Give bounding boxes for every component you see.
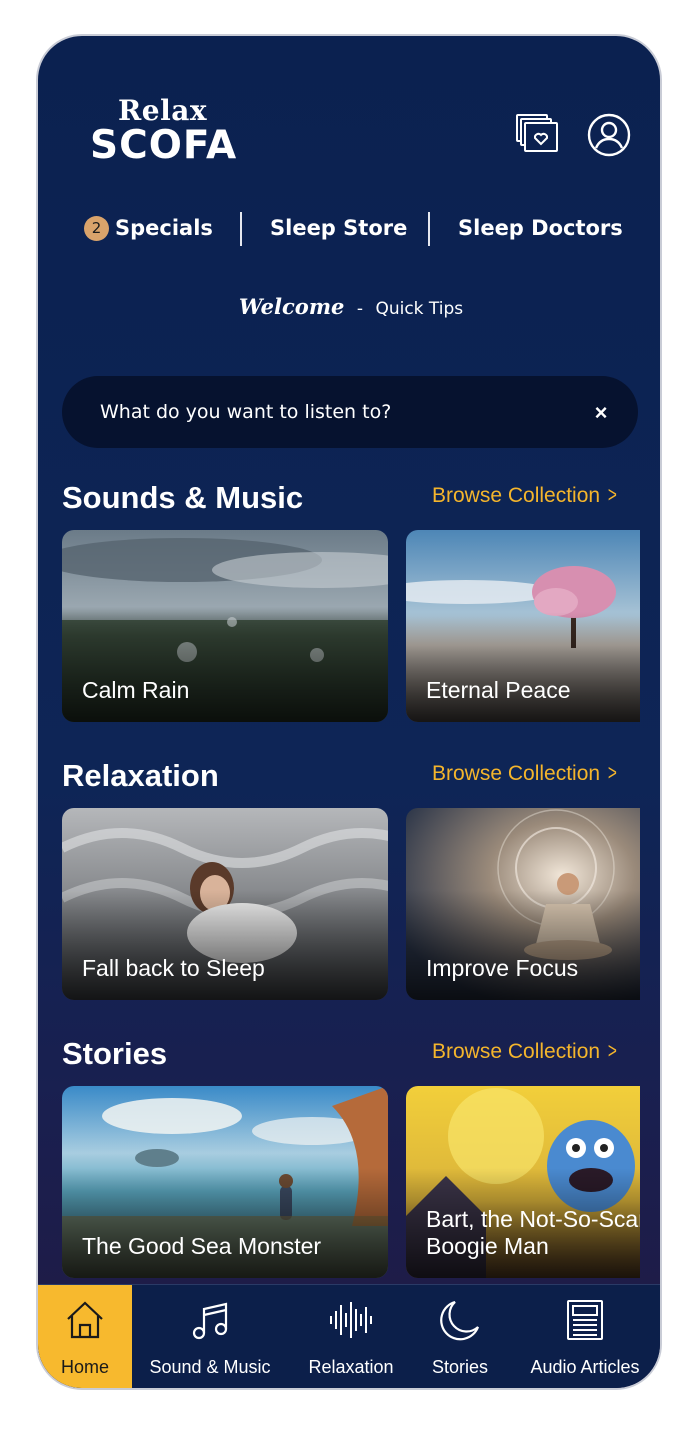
- welcome-separator: -: [356, 299, 363, 319]
- home-icon: [67, 1301, 103, 1339]
- browse-collection-link[interactable]: Browse Collection >: [432, 482, 619, 508]
- specials-badge: 2: [84, 216, 109, 241]
- card-shade: [62, 1168, 388, 1278]
- tab-label: Stories: [431, 1357, 489, 1377]
- welcome-title: Welcome: [238, 294, 345, 319]
- tab-label: Relaxation: [308, 1357, 394, 1377]
- card-shade: [62, 612, 388, 722]
- card-fall-back-to-sleep[interactable]: Fall back to Sleep: [62, 808, 388, 1000]
- card-title: The Good Sea Monster: [82, 1233, 322, 1259]
- nav-divider: [240, 212, 242, 246]
- section-title: Relaxation: [62, 758, 219, 793]
- top-navigation: 2 Specials Sleep Store Sleep Doctors: [38, 212, 660, 252]
- chevron-right-icon: >: [608, 482, 618, 507]
- app-logo: Relax SCOFA: [90, 94, 237, 168]
- tab-label: Sound & Music: [149, 1357, 271, 1377]
- card-good-sea-monster[interactable]: The Good Sea Monster: [62, 1086, 388, 1278]
- moon-icon: [440, 1300, 480, 1341]
- card-title: Fall back to Sleep: [82, 955, 265, 981]
- sound-wave-icon: [330, 1302, 372, 1338]
- tab-home[interactable]: Home: [38, 1285, 132, 1388]
- browse-collection-label: Browse Collection: [432, 762, 601, 785]
- tab-sound-music[interactable]: Sound & Music: [132, 1285, 288, 1388]
- article-icon: [567, 1300, 603, 1340]
- card-title: Bart, the Not-So-Scary Boogie Man: [426, 1206, 640, 1259]
- nav-specials[interactable]: 2 Specials: [84, 216, 213, 241]
- card-row: The Good Sea Monster Bart, the Not-So-Sc…: [62, 1086, 640, 1278]
- card-row: Calm Rain Eternal Peace: [62, 530, 640, 722]
- favorites-icon[interactable]: [514, 112, 560, 158]
- card-row: Fall back to Sleep Improve Focus: [62, 808, 640, 1000]
- card-title: Improve Focus: [426, 955, 579, 981]
- card-shade: [62, 890, 388, 1000]
- welcome-quick-tips[interactable]: Welcome - Quick Tips: [38, 294, 660, 319]
- browse-collection-link[interactable]: Browse Collection >: [432, 760, 619, 786]
- browse-collection-label: Browse Collection: [432, 484, 601, 507]
- user-profile-icon[interactable]: [586, 112, 632, 158]
- chevron-right-icon: >: [608, 760, 618, 785]
- app-screen: Relax SCOFA 2 Specials Sleep Store Sleep …: [36, 34, 662, 1390]
- tab-relaxation[interactable]: Relaxation: [288, 1285, 414, 1388]
- tab-label: Home: [60, 1357, 109, 1377]
- card-title: Eternal Peace: [426, 677, 571, 703]
- card-shade: [406, 612, 640, 722]
- tab-label: Audio Articles: [530, 1357, 640, 1377]
- nav-specials-label: Specials: [115, 216, 213, 240]
- logo-bottom-text: SCOFA: [90, 123, 238, 168]
- tab-stories[interactable]: Stories: [414, 1285, 506, 1388]
- nav-sleep-store[interactable]: Sleep Store: [270, 216, 407, 240]
- search-input[interactable]: [100, 398, 560, 426]
- card-shade: [406, 890, 640, 1000]
- card-improve-focus[interactable]: Improve Focus: [406, 808, 640, 1000]
- section-title: Sounds & Music: [62, 480, 304, 515]
- nav-divider: [428, 212, 430, 246]
- browse-collection-link[interactable]: Browse Collection >: [432, 1038, 619, 1064]
- tab-audio-articles[interactable]: Audio Articles: [506, 1285, 660, 1388]
- nav-sleep-doctors[interactable]: Sleep Doctors: [458, 216, 623, 240]
- card-eternal-peace[interactable]: Eternal Peace: [406, 530, 640, 722]
- quick-tips-link[interactable]: Quick Tips: [375, 299, 463, 319]
- music-note-icon: [192, 1302, 228, 1340]
- card-boogie-man[interactable]: Bart, the Not-So-Scary Boogie Man: [406, 1086, 640, 1278]
- card-calm-rain[interactable]: Calm Rain: [62, 530, 388, 722]
- search-bar: ×: [62, 376, 638, 448]
- browse-collection-label: Browse Collection: [432, 1040, 601, 1063]
- chevron-right-icon: >: [608, 1038, 618, 1063]
- card-title: Calm Rain: [82, 677, 190, 703]
- bottom-tab-bar: Home Sound & Music Relaxation Stories Au…: [38, 1284, 660, 1388]
- section-title: Stories: [62, 1036, 168, 1071]
- clear-search-icon[interactable]: ×: [588, 400, 614, 426]
